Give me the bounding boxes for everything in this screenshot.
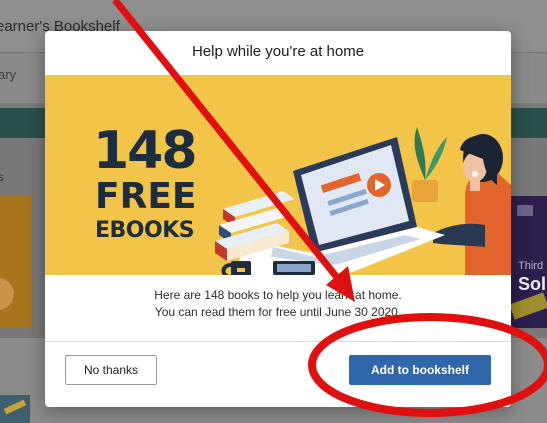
banner-free: FREE xyxy=(95,176,197,217)
add-to-bookshelf-button[interactable]: Add to bookshelf xyxy=(349,355,491,385)
shelf-label: s xyxy=(0,170,4,184)
phone-icon xyxy=(273,261,315,275)
free-ebooks-dialog: Help while you're at home 148 FREE EBOOK… xyxy=(45,31,511,407)
dialog-message: Here are 148 books to help you learn at … xyxy=(45,287,511,321)
plant-icon xyxy=(412,127,447,202)
person-illustration xyxy=(433,134,511,275)
promo-banner: 148 FREE EBOOKS xyxy=(45,75,511,275)
banner-number: 148 xyxy=(93,121,198,181)
nav-tab-library[interactable]: ary xyxy=(0,67,16,82)
message-line-1: Here are 148 books to help you learn at … xyxy=(154,288,402,302)
dialog-title: Help while you're at home xyxy=(191,43,365,60)
banner-ebooks: EBOOKS xyxy=(95,218,195,243)
message-line-2: You can read them for free until June 30… xyxy=(154,305,402,319)
book-right-title-line1: Third xyxy=(518,260,544,272)
mug-icon xyxy=(221,261,251,275)
no-thanks-button[interactable]: No thanks xyxy=(65,355,157,385)
book-icon xyxy=(517,205,533,216)
dialog-divider xyxy=(45,341,511,342)
